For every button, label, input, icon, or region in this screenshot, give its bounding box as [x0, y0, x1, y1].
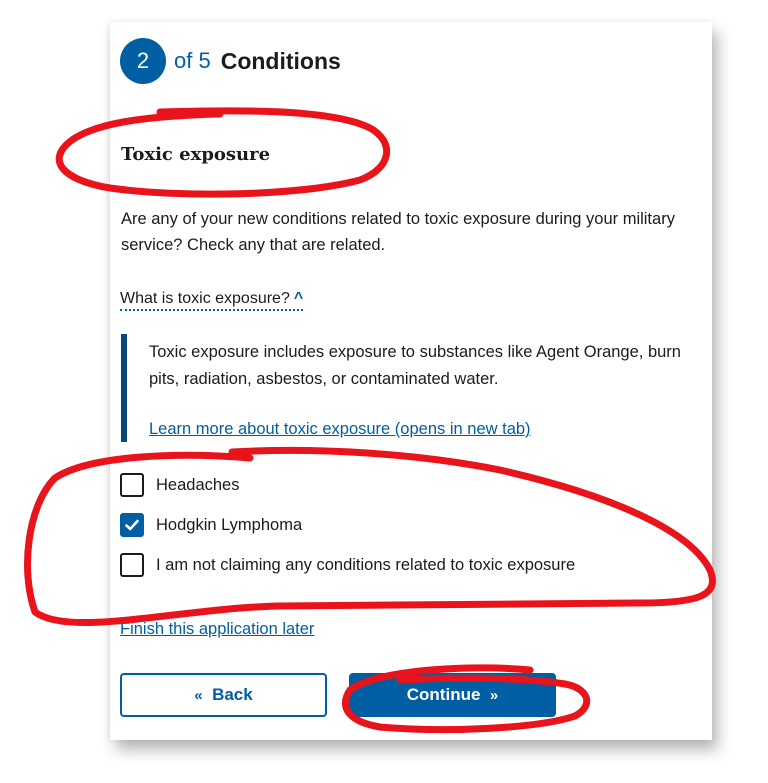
learn-more-link[interactable]: Learn more about toxic exposure (opens i… — [149, 420, 531, 439]
continue-button[interactable]: Continue » — [349, 673, 556, 717]
back-button[interactable]: « Back — [120, 673, 327, 717]
step-of-total: of 5 — [174, 48, 211, 73]
checkmark-icon — [125, 519, 139, 531]
checkbox-label: I am not claiming any conditions related… — [156, 555, 576, 574]
toxic-exposure-expander-toggle[interactable]: What is toxic exposure? ^ — [120, 290, 304, 311]
checkbox-not-claiming[interactable]: I am not claiming any conditions related… — [120, 553, 575, 577]
step-title: Conditions — [220, 47, 341, 74]
checkbox-box[interactable] — [120, 513, 144, 537]
checkbox-box[interactable] — [120, 553, 144, 577]
checkbox-headaches[interactable]: Headaches — [120, 473, 239, 497]
chevron-up-icon: ^ — [293, 290, 304, 307]
question-text: Are any of your new conditions related t… — [121, 210, 675, 254]
checkbox-label: Headaches — [156, 475, 240, 494]
checkbox-box[interactable] — [120, 473, 144, 497]
expander-label: What is toxic exposure? — [120, 290, 290, 307]
finish-later-link[interactable]: Finish this application later — [120, 620, 314, 639]
checkbox-hodgkin-lymphoma[interactable]: Hodgkin Lymphoma — [120, 513, 302, 537]
section-title: Toxic exposure — [121, 144, 271, 165]
step-indicator: 2 of 5 Conditions — [120, 38, 341, 84]
checkbox-label: Hodgkin Lymphoma — [156, 515, 303, 534]
expander-text: Toxic exposure includes exposure to subs… — [149, 343, 681, 388]
expander-content: Toxic exposure includes exposure to subs… — [121, 334, 702, 442]
back-button-label: Back — [212, 685, 253, 704]
double-chevron-right-icon: » — [489, 686, 499, 704]
double-chevron-left-icon: « — [194, 686, 203, 704]
continue-button-label: Continue — [406, 685, 481, 704]
step-number-badge: 2 — [120, 38, 166, 84]
